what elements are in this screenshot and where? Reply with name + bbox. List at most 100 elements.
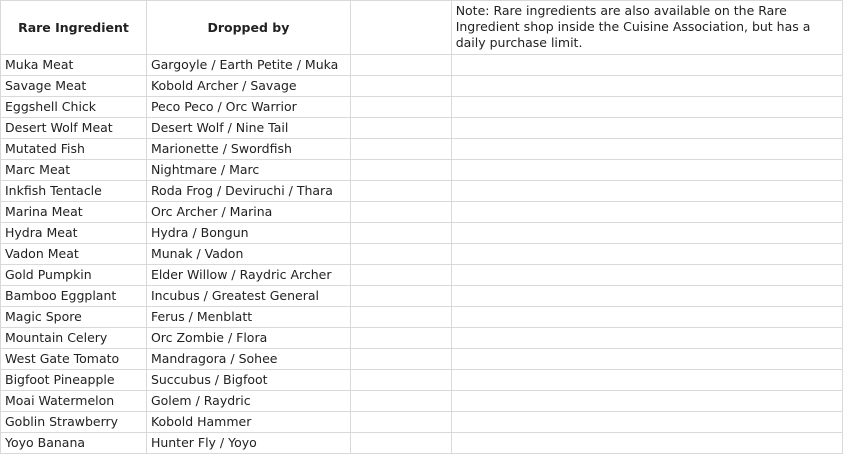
empty-cell[interactable]	[450, 54, 843, 76]
ingredient-cell[interactable]: Yoyo Banana	[0, 432, 147, 454]
empty-cell[interactable]	[349, 138, 452, 160]
table-row: Mountain Celery Orc Zombie / Flora	[0, 327, 843, 349]
dropped-by-cell[interactable]: Hunter Fly / Yoyo	[145, 432, 351, 454]
table-row: Hydra Meat Hydra / Bongun	[0, 222, 843, 244]
dropped-by-cell[interactable]: Kobold Hammer	[145, 411, 351, 433]
empty-cell[interactable]	[349, 159, 452, 181]
dropped-by-cell[interactable]: Orc Zombie / Flora	[145, 327, 351, 349]
header-rare-ingredient[interactable]: Rare Ingredient	[0, 0, 147, 55]
ingredient-cell[interactable]: Gold Pumpkin	[0, 264, 147, 286]
dropped-by-cell[interactable]: Mandragora / Sohee	[145, 348, 351, 370]
table-row: Bigfoot Pineapple Succubus / Bigfoot	[0, 369, 843, 391]
empty-cell[interactable]	[450, 432, 843, 454]
ingredient-cell[interactable]: Magic Spore	[0, 306, 147, 328]
dropped-by-cell[interactable]: Succubus / Bigfoot	[145, 369, 351, 391]
note-cell[interactable]: Note: Rare ingredients are also availabl…	[450, 0, 843, 55]
ingredient-cell[interactable]: Goblin Strawberry	[0, 411, 147, 433]
empty-cell[interactable]	[450, 159, 843, 181]
table-row: Moai Watermelon Golem / Raydric	[0, 390, 843, 412]
ingredient-cell[interactable]: Moai Watermelon	[0, 390, 147, 412]
empty-cell[interactable]	[450, 327, 843, 349]
table-row: Eggshell Chick Peco Peco / Orc Warrior	[0, 96, 843, 118]
dropped-by-cell[interactable]: Marionette / Swordfish	[145, 138, 351, 160]
ingredient-cell[interactable]: Marina Meat	[0, 201, 147, 223]
dropped-by-cell[interactable]: Munak / Vadon	[145, 243, 351, 265]
empty-cell[interactable]	[349, 285, 452, 307]
dropped-by-cell[interactable]: Orc Archer / Marina	[145, 201, 351, 223]
table-row: Muka Meat Gargoyle / Earth Petite / Muka	[0, 54, 843, 76]
ingredient-cell[interactable]: Bigfoot Pineapple	[0, 369, 147, 391]
spreadsheet: Rare Ingredient Dropped by Note: Rare in…	[0, 0, 843, 454]
empty-cell[interactable]	[450, 390, 843, 412]
dropped-by-cell[interactable]: Roda Frog / Deviruchi / Thara	[145, 180, 351, 202]
dropped-by-cell[interactable]: Desert Wolf / Nine Tail	[145, 117, 351, 139]
empty-cell[interactable]	[450, 96, 843, 118]
ingredient-cell[interactable]: Savage Meat	[0, 75, 147, 97]
table-row: Vadon Meat Munak / Vadon	[0, 243, 843, 265]
header-dropped-by[interactable]: Dropped by	[145, 0, 351, 55]
empty-cell[interactable]	[450, 75, 843, 97]
empty-cell[interactable]	[450, 180, 843, 202]
empty-cell[interactable]	[349, 327, 452, 349]
ingredient-cell[interactable]: West Gate Tomato	[0, 348, 147, 370]
ingredient-cell[interactable]: Marc Meat	[0, 159, 147, 181]
ingredient-cell[interactable]: Desert Wolf Meat	[0, 117, 147, 139]
empty-cell[interactable]	[349, 264, 452, 286]
empty-cell[interactable]	[349, 222, 452, 244]
empty-cell[interactable]	[349, 306, 452, 328]
empty-cell[interactable]	[349, 96, 452, 118]
empty-cell[interactable]	[450, 243, 843, 265]
empty-cell[interactable]	[450, 369, 843, 391]
empty-cell[interactable]	[450, 348, 843, 370]
empty-cell[interactable]	[349, 243, 452, 265]
empty-cell[interactable]	[349, 0, 452, 55]
ingredient-cell[interactable]: Vadon Meat	[0, 243, 147, 265]
empty-cell[interactable]	[450, 117, 843, 139]
table-row: Marina Meat Orc Archer / Marina	[0, 201, 843, 223]
ingredient-cell[interactable]: Hydra Meat	[0, 222, 147, 244]
header-row: Rare Ingredient Dropped by Note: Rare in…	[0, 0, 843, 55]
dropped-by-cell[interactable]: Ferus / Menblatt	[145, 306, 351, 328]
empty-cell[interactable]	[349, 432, 452, 454]
empty-cell[interactable]	[349, 75, 452, 97]
ingredient-cell[interactable]: Muka Meat	[0, 54, 147, 76]
ingredient-cell[interactable]: Mutated Fish	[0, 138, 147, 160]
table-row: Marc Meat Nightmare / Marc	[0, 159, 843, 181]
table-row: Magic Spore Ferus / Menblatt	[0, 306, 843, 328]
dropped-by-cell[interactable]: Gargoyle / Earth Petite / Muka	[145, 54, 351, 76]
table-row: Bamboo Eggplant Incubus / Greatest Genera…	[0, 285, 843, 307]
empty-cell[interactable]	[349, 201, 452, 223]
empty-cell[interactable]	[349, 348, 452, 370]
table-row: Gold Pumpkin Elder Willow / Raydric Arche…	[0, 264, 843, 286]
ingredient-cell[interactable]: Mountain Celery	[0, 327, 147, 349]
ingredient-cell[interactable]: Eggshell Chick	[0, 96, 147, 118]
dropped-by-cell[interactable]: Golem / Raydric	[145, 390, 351, 412]
table-row: Desert Wolf Meat Desert Wolf / Nine Tail	[0, 117, 843, 139]
table-row: Yoyo Banana Hunter Fly / Yoyo	[0, 432, 843, 454]
empty-cell[interactable]	[349, 54, 452, 76]
dropped-by-cell[interactable]: Nightmare / Marc	[145, 159, 351, 181]
dropped-by-cell[interactable]: Peco Peco / Orc Warrior	[145, 96, 351, 118]
empty-cell[interactable]	[349, 117, 452, 139]
empty-cell[interactable]	[450, 138, 843, 160]
empty-cell[interactable]	[349, 180, 452, 202]
ingredient-cell[interactable]: Inkfish Tentacle	[0, 180, 147, 202]
table-row: Mutated Fish Marionette / Swordfish	[0, 138, 843, 160]
empty-cell[interactable]	[349, 369, 452, 391]
empty-cell[interactable]	[450, 264, 843, 286]
empty-cell[interactable]	[450, 201, 843, 223]
empty-cell[interactable]	[450, 222, 843, 244]
table-row: Goblin Strawberry Kobold Hammer	[0, 411, 843, 433]
empty-cell[interactable]	[450, 285, 843, 307]
dropped-by-cell[interactable]: Kobold Archer / Savage	[145, 75, 351, 97]
dropped-by-cell[interactable]: Incubus / Greatest General	[145, 285, 351, 307]
empty-cell[interactable]	[349, 411, 452, 433]
dropped-by-cell[interactable]: Hydra / Bongun	[145, 222, 351, 244]
dropped-by-cell[interactable]: Elder Willow / Raydric Archer	[145, 264, 351, 286]
ingredient-table: Rare Ingredient Dropped by Note: Rare in…	[0, 0, 843, 454]
ingredient-cell[interactable]: Bamboo Eggplant	[0, 285, 147, 307]
table-row: Savage Meat Kobold Archer / Savage	[0, 75, 843, 97]
empty-cell[interactable]	[450, 411, 843, 433]
empty-cell[interactable]	[349, 390, 452, 412]
empty-cell[interactable]	[450, 306, 843, 328]
